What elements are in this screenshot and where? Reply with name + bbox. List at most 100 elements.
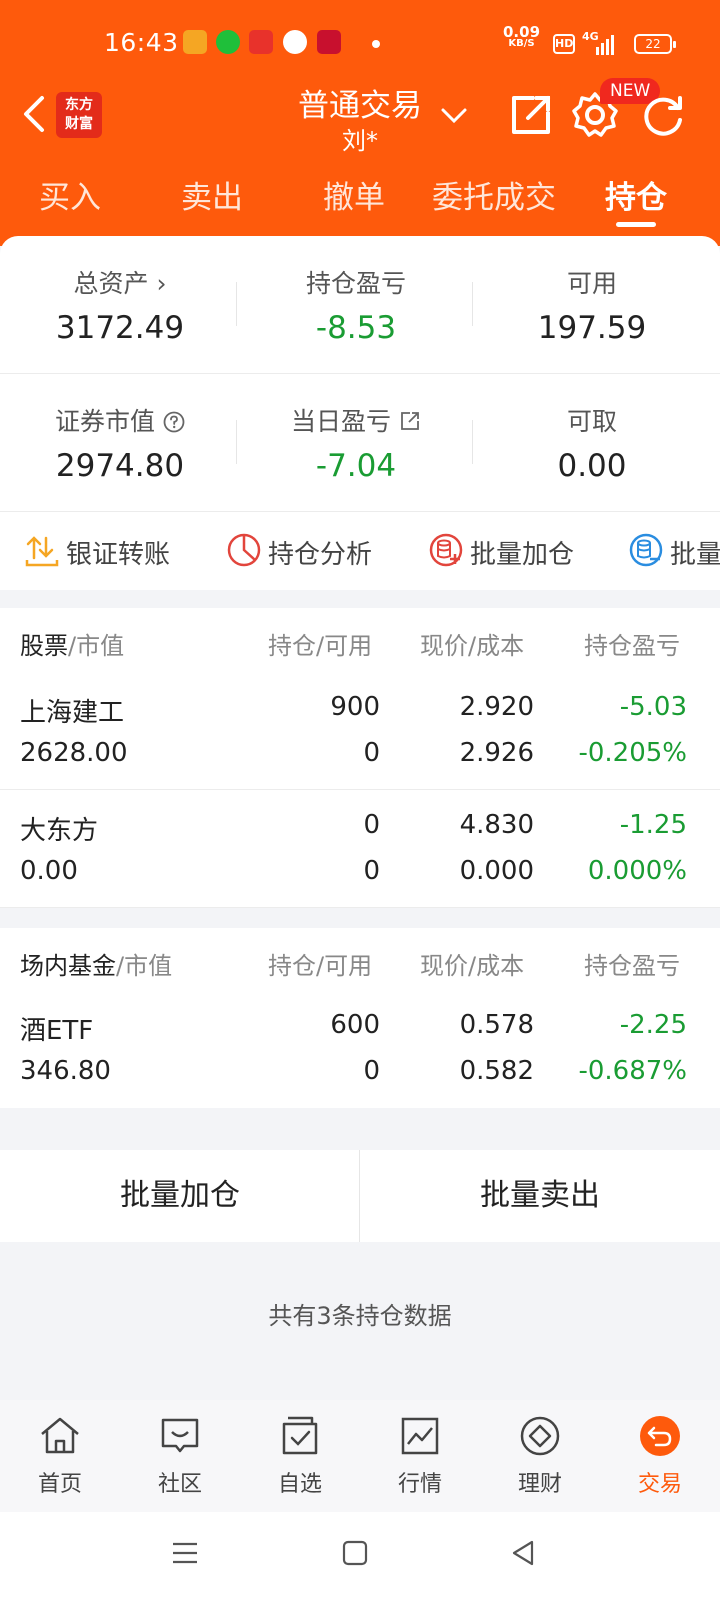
nav-home[interactable]: 首页: [0, 1400, 120, 1512]
back-triangle-icon[interactable]: [508, 1538, 538, 1568]
batch-reduce-label: 批量: [670, 540, 720, 570]
stock-market-value: 0.00: [20, 856, 78, 886]
tab-sell[interactable]: 卖出: [142, 172, 282, 217]
tab-cancel[interactable]: 撤单: [284, 172, 424, 217]
stock-pnl: -1.25: [619, 810, 687, 840]
pie-chart-icon: [227, 533, 261, 567]
chevron-right-icon: ›: [148, 269, 167, 298]
col-header-qty: 持仓/可用: [268, 632, 373, 660]
hd-icon: HD: [553, 34, 575, 54]
nav-watchlist[interactable]: 自选: [240, 1400, 360, 1512]
withdrawable-value: 0.00: [557, 448, 627, 484]
daily-pnl-label-text: 当日盈亏: [291, 407, 392, 436]
nav-market-label: 行情: [397, 1472, 442, 1497]
stock-price: 4.830: [459, 810, 534, 840]
positions-count-note: 共有3条持仓数据: [268, 1302, 452, 1330]
stock-available: 0: [363, 856, 380, 886]
stocks-section: 股票/市值 持仓/可用 现价/成本 持仓盈亏 上海建工 2628.00 900 …: [0, 608, 720, 908]
position-analysis-label: 持仓分析: [268, 540, 373, 570]
position-pnl-label: 持仓盈亏: [305, 269, 406, 298]
stocks-header-name: 股票: [20, 632, 68, 660]
battery-icon: 22: [634, 34, 676, 54]
summary-row-2: 证券市值 2974.80 当日盈亏 -7.04 可取 0.00: [0, 374, 720, 512]
funds-header-suffix: /市值: [116, 952, 173, 980]
stocks-header-suffix: /市值: [68, 632, 125, 660]
fund-cost: 0.582: [459, 1056, 534, 1086]
stock-pnl-pct: 0.000%: [587, 856, 687, 886]
notification-app-icon: [216, 30, 240, 54]
nav-wealth[interactable]: 理财: [480, 1400, 600, 1512]
refresh-icon[interactable]: [638, 90, 688, 140]
market-value-cell: 证券市值 2974.80: [0, 374, 240, 512]
fund-name: 酒ETF: [20, 1016, 94, 1046]
bank-transfer-label: 银证转账: [66, 540, 171, 570]
help-icon[interactable]: [163, 411, 185, 433]
funds-header-name: 场内基金: [20, 952, 116, 980]
share-icon[interactable]: [506, 90, 556, 140]
nav-bar: 东方 财富 普通交易 刘* NEW: [0, 76, 720, 156]
stock-cost: 0.000: [459, 856, 534, 886]
col-header-pnl: 持仓盈亏: [584, 632, 680, 660]
trade-icon: [640, 1416, 680, 1456]
notification-app-icon: [249, 30, 273, 54]
batch-buttons: 批量加仓 批量卖出: [0, 1150, 720, 1242]
col-header-price: 现价/成本: [420, 632, 525, 660]
transfer-icon: [25, 536, 59, 567]
app-header: 16:43 0.09 KB/S HD 4G 22 东方 财富 普通交易 刘* N…: [0, 0, 720, 246]
total-assets-label-text: 总资产: [73, 269, 149, 298]
batch-add-button[interactable]: 批量加仓: [0, 1150, 360, 1242]
market-value-value: 2974.80: [55, 448, 185, 484]
home-square-icon[interactable]: [340, 1538, 370, 1568]
status-bar: 16:43 0.09 KB/S HD 4G 22: [0, 22, 720, 66]
menu-icon[interactable]: [170, 1538, 200, 1568]
daily-pnl-cell[interactable]: 当日盈亏 -7.04: [236, 374, 476, 512]
back-icon[interactable]: [16, 92, 56, 136]
database-plus-icon: [429, 533, 463, 567]
total-assets-label: 总资产 ›: [0, 264, 240, 300]
nav-community[interactable]: 社区: [120, 1400, 240, 1512]
page-title[interactable]: 普通交易: [260, 80, 460, 125]
withdrawable-label: 可取: [566, 407, 617, 436]
nav-home-label: 首页: [37, 1472, 82, 1497]
funds-table-header: 场内基金/市值 持仓/可用 现价/成本 持仓盈亏: [0, 928, 720, 992]
daily-pnl-value: -7.04: [315, 448, 397, 484]
stock-qty: 900: [330, 692, 380, 722]
notification-app-icon: [317, 30, 341, 54]
available-value: 197.59: [537, 310, 647, 346]
withdrawable-cell: 可取 0.00: [472, 374, 712, 512]
table-row[interactable]: 大东方 0.00 0 0 4.830 0.000 -1.25 0.000%: [0, 790, 720, 908]
market-value-label: 证券市值: [0, 402, 240, 438]
account-summary-card: 总资产 › 3172.49 持仓盈亏 -8.53 可用 197.59 证券市值 …: [0, 236, 720, 590]
fund-available: 0: [363, 1056, 380, 1086]
batch-sell-button[interactable]: 批量卖出: [360, 1150, 720, 1242]
trade-tabs: 买入 卖出 撤单 委托成交 持仓: [0, 172, 720, 232]
summary-row-1: 总资产 › 3172.49 持仓盈亏 -8.53 可用 197.59: [0, 236, 720, 374]
stock-market-value: 2628.00: [20, 738, 128, 768]
col-header-name: 股票/市值: [20, 626, 124, 661]
table-row[interactable]: 上海建工 2628.00 900 0 2.920 2.926 -5.03 -0.…: [0, 672, 720, 790]
nav-market[interactable]: 行情: [360, 1400, 480, 1512]
fund-market-value: 346.80: [20, 1056, 111, 1086]
watchlist-icon: [282, 1416, 318, 1455]
tab-buy[interactable]: 买入: [0, 172, 140, 217]
tab-positions[interactable]: 持仓: [566, 172, 706, 217]
stock-name: 大东方: [20, 816, 99, 846]
stock-name: 上海建工: [20, 698, 125, 728]
fund-qty: 600: [330, 1010, 380, 1040]
notification-app-icon: [183, 30, 207, 54]
market-value-label-text: 证券市值: [55, 407, 156, 436]
nav-trade[interactable]: 交易: [600, 1400, 720, 1512]
batch-add-label: 批量加仓: [470, 540, 575, 570]
database-minus-icon: [629, 533, 663, 567]
col-header-pnl: 持仓盈亏: [584, 952, 680, 980]
available-label: 可用: [566, 269, 617, 298]
bottom-nav: 首页 社区 自选 行情 理财 交易: [0, 1400, 720, 1512]
stock-pnl-pct: -0.205%: [578, 738, 687, 768]
more-notifications-dot: [372, 40, 380, 48]
table-row[interactable]: 酒ETF 346.80 600 0 0.578 0.582 -2.25 -0.6…: [0, 990, 720, 1108]
chevron-down-icon[interactable]: [440, 106, 468, 126]
signal-icon: [596, 35, 614, 55]
external-link-icon[interactable]: [399, 410, 421, 432]
total-assets-cell[interactable]: 总资产 › 3172.49: [0, 236, 240, 374]
tab-orders[interactable]: 委托成交: [424, 172, 564, 217]
